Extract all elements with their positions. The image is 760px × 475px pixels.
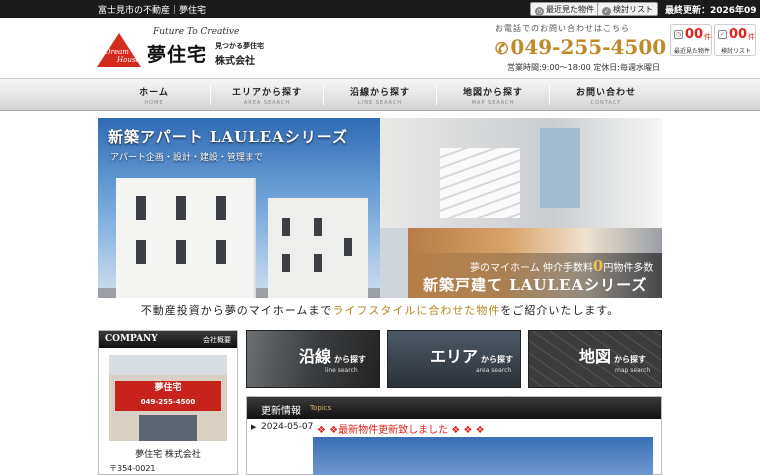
tile-title: エリア から探す xyxy=(430,347,514,366)
recent-count: 00 xyxy=(685,27,704,42)
compare-count-unit: 件 xyxy=(748,33,755,41)
catch-pre: 不動産投資から夢のマイホームまで xyxy=(140,304,333,317)
logo-catch: 見つかる夢住宅 xyxy=(215,42,264,50)
recent-counter[interactable]: ◷ 00 件 最近見た物件 xyxy=(670,24,712,56)
tile-sublabel: line search xyxy=(325,367,358,374)
clock-icon: ◷ xyxy=(535,7,544,16)
logo-house-text: House xyxy=(117,56,140,64)
nav-contact[interactable]: お問い合わせ CONTACT xyxy=(550,79,662,111)
logo-dream-text: Dream xyxy=(105,48,129,56)
hero-fee-text: 夢のマイホーム 仲介手数料0円物件多数 xyxy=(470,257,653,275)
store-photo: 夢住宅 049-255-4500 xyxy=(109,355,227,441)
site-header: Dream House Future To Creative 夢住宅 見つかる夢… xyxy=(0,18,760,78)
topic-item[interactable]: ▶ 2024-05-07 ❖ ❖最新物件更新致しました ❖ ❖ ❖ xyxy=(247,421,661,436)
nav-sublabel: CONTACT xyxy=(590,100,622,106)
store-sign-name: 夢住宅 xyxy=(154,383,182,393)
nav-label: エリアから探す xyxy=(231,88,302,98)
catch-post: をご紹介いたします。 xyxy=(500,304,620,317)
tile-sublabel: map search xyxy=(615,367,651,374)
nav-label: お問い合わせ xyxy=(575,88,636,98)
compare-counter[interactable]: ✓ 00 件 検討リスト xyxy=(714,24,756,56)
nav-map-search[interactable]: 地図から探す MAP SEARCH xyxy=(437,79,549,111)
tile-sublabel: area search xyxy=(476,367,512,374)
hero-apartment-title: 新築アパート LAULEAシリーズ xyxy=(108,128,349,146)
topics-heading-jp: 更新情報 xyxy=(261,406,301,417)
phone-icon: ✆ xyxy=(495,39,509,58)
compare-counter-label: 検討リスト xyxy=(720,48,751,55)
check-icon: ✓ xyxy=(718,30,727,39)
store-sign: 夢住宅 049-255-4500 xyxy=(115,381,221,411)
nav-sublabel: LINE SEARCH xyxy=(358,100,402,106)
business-hours: 営業時間:9:00～18:00 定休日:毎週水曜日 xyxy=(507,63,660,72)
site-tagline: 富士見市の不動産｜夢住宅 xyxy=(98,6,207,16)
tile-title: 沿線 から探す xyxy=(299,347,367,366)
topics-header: 更新情報 Topics xyxy=(247,397,661,419)
compare-list-label: 検討リスト xyxy=(613,5,653,14)
nav-label: 沿線から探す xyxy=(349,88,410,98)
recent-counter-label: 最近見た物件 xyxy=(673,48,710,55)
hero-house-title: 新築戸建て LAULEAシリーズ xyxy=(423,276,648,294)
hero-banner[interactable]: 新築アパート LAULEAシリーズ アパート企画・設計・建設・管理まで 夢のマイ… xyxy=(98,118,662,298)
topic-image xyxy=(313,437,653,475)
logo-future-text: Future To Creative xyxy=(153,27,240,37)
nav-sublabel: MAP SEARCH xyxy=(471,100,515,106)
map-search-tile[interactable]: 地図 から探す map search xyxy=(528,330,662,388)
fee-zero: 0 xyxy=(592,257,604,275)
compare-list-button[interactable]: ✓ 検討リスト xyxy=(597,2,658,16)
clock-icon: ◷ xyxy=(674,30,683,39)
topics-box: 更新情報 Topics ▶ 2024-05-07 ❖ ❖最新物件更新致しました … xyxy=(246,396,662,475)
area-search-tile[interactable]: エリア から探す area search xyxy=(387,330,521,388)
recent-properties-label: 最近見た物件 xyxy=(546,5,594,14)
site-logo[interactable]: Dream House Future To Creative 夢住宅 見つかる夢… xyxy=(97,25,277,73)
inquiry-label: お電話でのお問い合わせはこちら xyxy=(495,24,630,33)
global-nav: ホーム HOME エリアから探す AREA SEARCH 沿線から探す LINE SE… xyxy=(0,78,760,111)
top-bar: 富士見市の不動産｜夢住宅 ◷ 最近見た物件 ✓ 検討リスト 最終更新：2026年09… xyxy=(0,0,760,29)
company-box: COMPANY 会社概要 夢住宅 049-255-4500 夢住宅 株式会社 〒3… xyxy=(98,330,238,475)
apartment-building-image xyxy=(268,198,368,298)
phone-number-text: 049-255-4500 xyxy=(510,35,667,59)
staircase-image xyxy=(440,148,520,218)
company-name: 夢住宅 株式会社 xyxy=(135,450,201,460)
catch-copy: 不動産投資から夢のマイホームまでライフスタイルに合わせた物件をご紹介いたします。 xyxy=(98,302,662,322)
nav-label: 地図から探す xyxy=(462,88,523,98)
topic-title: ❖ ❖最新物件更新致しました ❖ ❖ ❖ xyxy=(317,425,485,436)
company-heading-jp: 会社概要 xyxy=(203,336,231,344)
company-heading-en: COMPANY xyxy=(105,334,158,344)
logo-brand: 夢住宅 xyxy=(147,44,208,66)
phone-contact: お電話でのお問い合わせはこちら ✆ 049-255-4500 営業時間:9:00～… xyxy=(495,23,666,72)
logo-company-type: 株式会社 xyxy=(215,56,255,67)
store-sign-phone: 049-255-4500 xyxy=(140,398,196,406)
nav-line-search[interactable]: 沿線から探す LINE SEARCH xyxy=(324,79,436,111)
phone-number[interactable]: ✆ 049-255-4500 xyxy=(495,35,666,59)
company-header: COMPANY 会社概要 xyxy=(99,331,237,348)
nav-area-search[interactable]: エリアから探す AREA SEARCH xyxy=(211,79,323,111)
nav-sublabel: HOME xyxy=(144,100,164,106)
nav-home[interactable]: ホーム HOME xyxy=(98,79,210,111)
window-image xyxy=(540,128,580,208)
topics-heading-en: Topics xyxy=(310,404,332,412)
fee-post: 円物件多数 xyxy=(603,263,654,274)
topic-date: 2024-05-07 xyxy=(261,422,314,432)
catch-highlight: ライフスタイルに合わせた物件 xyxy=(332,304,501,317)
apartment-building-image xyxy=(116,178,256,298)
check-icon: ✓ xyxy=(602,7,611,16)
fee-pre: 夢のマイホーム 仲介手数料 xyxy=(470,263,593,274)
recent-count-unit: 件 xyxy=(704,33,711,41)
recent-properties-button[interactable]: ◷ 最近見た物件 xyxy=(530,2,599,16)
tile-title: 地図 から探す xyxy=(579,347,647,366)
compare-count: 00 xyxy=(729,27,748,42)
line-search-tile[interactable]: 沿線 から探す line search xyxy=(246,330,380,388)
hero-apartment-subtitle: アパート企画・設計・建設・管理まで xyxy=(110,153,263,163)
nav-sublabel: AREA SEARCH xyxy=(243,100,291,106)
triangle-right-icon: ▶ xyxy=(251,423,257,431)
company-zip: 〒354-0021 xyxy=(109,464,156,473)
nav-label: ホーム xyxy=(139,88,169,98)
interior-photo xyxy=(380,118,662,228)
